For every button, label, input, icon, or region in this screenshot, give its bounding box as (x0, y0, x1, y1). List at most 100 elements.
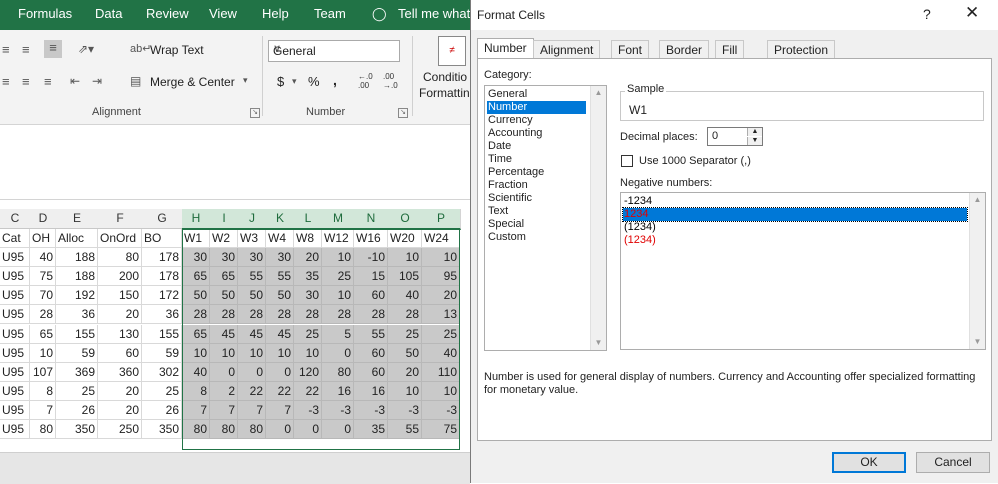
negative-format-option[interactable]: (1234) (623, 234, 967, 247)
table-cell[interactable]: 120 (294, 362, 322, 382)
thousands-separator-checkbox[interactable] (621, 155, 633, 167)
table-cell[interactable]: 155 (142, 324, 182, 344)
table-cell[interactable]: U95 (0, 362, 30, 382)
category-item-percentage[interactable]: Percentage (487, 166, 586, 179)
table-cell[interactable]: U95 (0, 267, 30, 287)
table-cell[interactable]: 188 (56, 248, 98, 268)
table-cell[interactable]: U95 (0, 400, 30, 420)
table-cell[interactable]: 7 (182, 400, 210, 420)
decimal-places-spinner[interactable]: 0 ▲ ▼ (707, 127, 763, 146)
tab-help[interactable]: Help (262, 6, 289, 21)
table-cell[interactable]: 20 (98, 400, 142, 420)
table-cell[interactable]: U95 (0, 248, 30, 268)
table-cell[interactable]: 5 (322, 324, 354, 344)
table-cell[interactable]: 10 (322, 248, 354, 268)
header-cell[interactable]: Alloc (56, 229, 98, 248)
table-cell[interactable]: 130 (98, 324, 142, 344)
category-item-date[interactable]: Date (487, 140, 586, 153)
table-cell[interactable]: 200 (98, 267, 142, 287)
tab-formulas[interactable]: Formulas (18, 6, 72, 21)
decrease-indent-icon[interactable]: ⇤ (70, 74, 80, 88)
merge-center-button[interactable]: Merge & Center (150, 75, 235, 89)
table-cell[interactable]: 8 (30, 381, 56, 401)
header-cell[interactable]: W8 (294, 229, 322, 248)
tab-review[interactable]: Review (146, 6, 189, 21)
tab-fill[interactable]: Fill (715, 40, 745, 58)
tab-team[interactable]: Team (314, 6, 346, 21)
table-cell[interactable]: 20 (98, 305, 142, 325)
table-cell[interactable]: 28 (210, 305, 238, 325)
table-cell[interactable]: 10 (388, 381, 422, 401)
dialog-launcher-icon[interactable]: ↘ (398, 108, 408, 118)
table-cell[interactable]: 10 (294, 343, 322, 363)
scroll-down-icon[interactable]: ▼ (591, 336, 606, 350)
table-cell[interactable]: 95 (422, 267, 460, 287)
wrap-text-button[interactable]: Wrap Text (150, 43, 204, 57)
table-cell[interactable]: 2 (210, 381, 238, 401)
spin-up-icon[interactable]: ▲ (747, 128, 762, 136)
table-cell[interactable]: 7 (210, 400, 238, 420)
column-header-k[interactable]: K (266, 209, 295, 230)
column-header-f[interactable]: F (98, 209, 143, 229)
tab-data[interactable]: Data (95, 6, 122, 21)
column-header-d[interactable]: D (30, 209, 57, 229)
table-cell[interactable]: 40 (182, 362, 210, 382)
table-cell[interactable]: 10 (30, 343, 56, 363)
table-cell[interactable]: U95 (0, 420, 30, 439)
table-cell[interactable]: 20 (388, 362, 422, 382)
ok-button[interactable]: OK (832, 452, 906, 473)
table-cell[interactable]: 16 (354, 381, 388, 401)
table-cell[interactable]: U95 (0, 305, 30, 325)
scrollbar[interactable]: ▲ ▼ (969, 193, 985, 349)
table-cell[interactable]: 25 (388, 324, 422, 344)
table-cell[interactable]: 250 (98, 420, 142, 439)
table-cell[interactable]: 80 (322, 362, 354, 382)
table-cell[interactable]: 59 (56, 343, 98, 363)
column-header-c[interactable]: C (0, 209, 31, 229)
header-cell[interactable]: W16 (354, 229, 388, 248)
table-cell[interactable]: 15 (354, 267, 388, 287)
table-cell[interactable]: 45 (266, 324, 294, 344)
table-cell[interactable]: 30 (266, 248, 294, 268)
category-list[interactable]: General Number Currency Accounting Date Time P… (484, 85, 607, 351)
category-item-text[interactable]: Text (487, 205, 586, 218)
category-item-special[interactable]: Special (487, 218, 586, 231)
tab-font[interactable]: Font (611, 40, 650, 58)
table-cell[interactable]: 50 (266, 286, 294, 306)
table-cell[interactable]: 55 (266, 267, 294, 287)
table-cell[interactable]: 80 (98, 248, 142, 268)
table-cell[interactable]: -3 (388, 400, 422, 420)
column-header-o[interactable]: O (388, 209, 423, 230)
column-header-h[interactable]: H (182, 209, 211, 230)
table-cell[interactable]: 65 (182, 324, 210, 344)
tell-me-search[interactable]: Tell me what (398, 6, 470, 21)
category-item-general[interactable]: General (487, 88, 586, 101)
table-cell[interactable]: U95 (0, 343, 30, 363)
header-cell[interactable]: Cat (0, 229, 30, 248)
spin-down-icon[interactable]: ▼ (747, 137, 762, 145)
table-cell[interactable]: 28 (294, 305, 322, 325)
close-icon[interactable]: ✕ (965, 3, 979, 23)
scroll-up-icon[interactable]: ▲ (591, 86, 606, 100)
table-cell[interactable]: 20 (294, 248, 322, 268)
header-cell[interactable]: W2 (210, 229, 238, 248)
table-cell[interactable]: 178 (142, 267, 182, 287)
category-item-scientific[interactable]: Scientific (487, 192, 586, 205)
table-cell[interactable]: 36 (142, 305, 182, 325)
table-cell[interactable]: 50 (388, 343, 422, 363)
header-cell[interactable]: W12 (322, 229, 354, 248)
table-cell[interactable]: 302 (142, 362, 182, 382)
header-cell[interactable]: W3 (238, 229, 266, 248)
scrollbar[interactable]: ▲ ▼ (590, 86, 606, 350)
align-left-icon[interactable]: ≡ (2, 74, 10, 89)
table-cell[interactable]: 30 (238, 248, 266, 268)
table-cell[interactable]: 45 (210, 324, 238, 344)
conditional-formatting-icon[interactable]: ≠ (438, 36, 466, 66)
negative-format-option[interactable]: -1234 (623, 195, 967, 208)
table-cell[interactable]: 369 (56, 362, 98, 382)
help-icon[interactable]: ? (923, 6, 931, 22)
negative-format-option[interactable]: (1234) (623, 221, 967, 234)
table-cell[interactable]: 80 (238, 420, 266, 439)
table-cell[interactable]: 50 (210, 286, 238, 306)
align-middle-icon[interactable]: ≡ (22, 42, 30, 57)
